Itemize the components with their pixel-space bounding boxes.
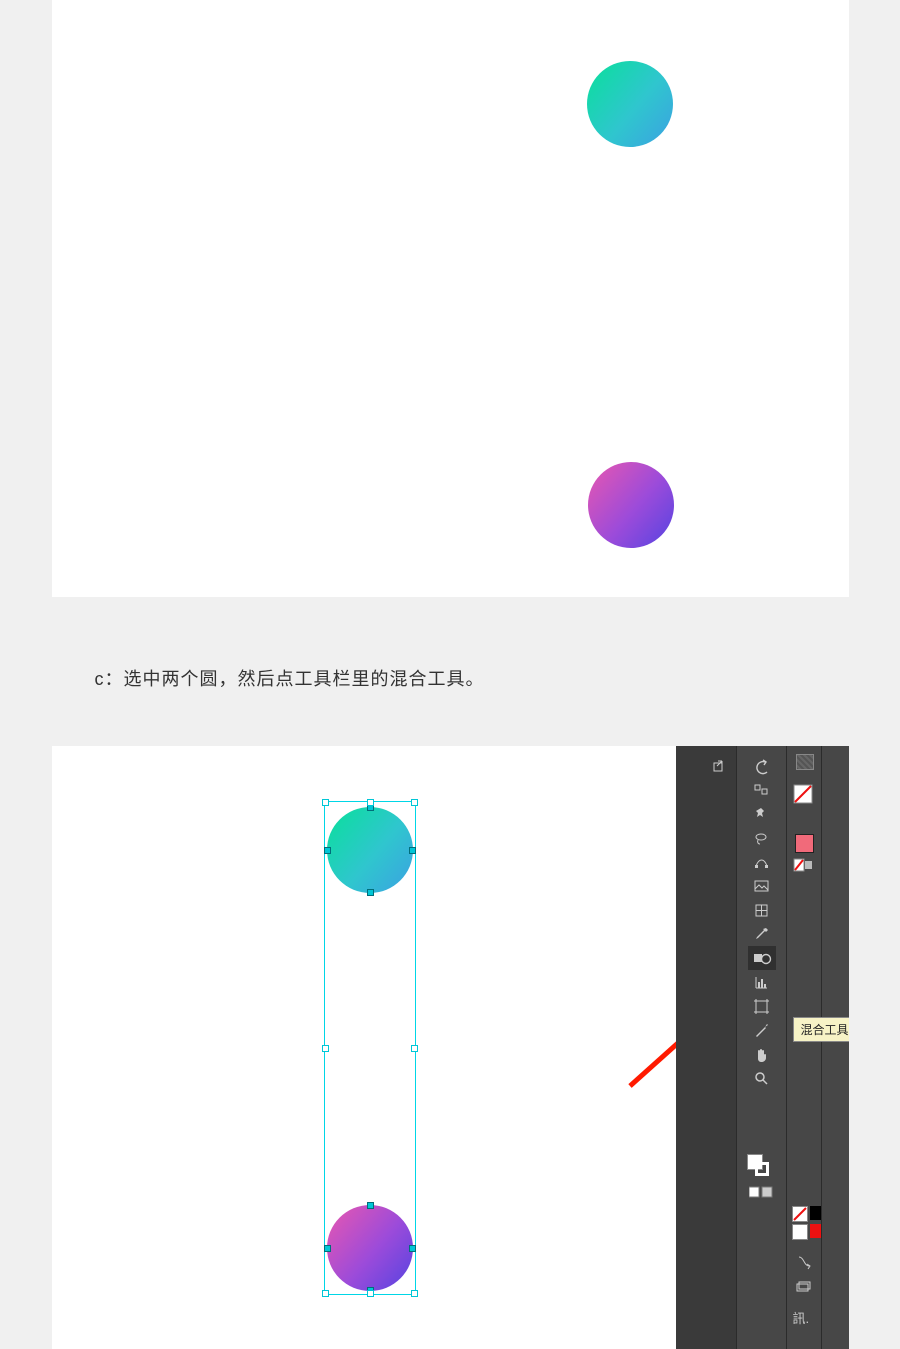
none-swatch[interactable]: [793, 858, 813, 875]
stack-icon[interactable]: [795, 1279, 812, 1299]
tutorial-figure-two-circles: [52, 0, 849, 597]
resize-handle[interactable]: [411, 799, 418, 806]
blend-tool-icon[interactable]: [748, 946, 776, 970]
image-icon[interactable]: [748, 874, 776, 898]
texture-swatch[interactable]: [796, 754, 814, 770]
anchor-point[interactable]: [324, 1245, 331, 1252]
graph-icon[interactable]: [748, 970, 776, 994]
fill-none-icon[interactable]: [793, 784, 813, 804]
resize-handle[interactable]: [322, 799, 329, 806]
step-c-caption: c：选中两个圆，然后点工具栏里的混合工具。: [52, 597, 849, 746]
resize-handle[interactable]: [367, 799, 374, 806]
white-swatch[interactable]: [792, 1224, 808, 1240]
undo-icon[interactable]: [748, 754, 776, 778]
zoom-icon[interactable]: [748, 1066, 776, 1090]
lasso-icon[interactable]: [748, 826, 776, 850]
panel-strip-a: [676, 746, 736, 1349]
knife-icon[interactable]: [748, 1018, 776, 1042]
grid-icon[interactable]: [748, 898, 776, 922]
align-icon[interactable]: [748, 778, 776, 802]
anchor-point[interactable]: [409, 847, 416, 854]
panel-strip-b: [736, 746, 787, 1349]
pin-icon[interactable]: [748, 802, 776, 826]
resize-handle[interactable]: [367, 1290, 374, 1297]
resize-handle[interactable]: [411, 1045, 418, 1052]
swap-colors-icon[interactable]: [795, 1253, 812, 1273]
artboard-icon[interactable]: [748, 994, 776, 1018]
none-small-icon[interactable]: [792, 1206, 808, 1222]
hand-icon[interactable]: [748, 1042, 776, 1066]
artboard[interactable]: [52, 746, 676, 1349]
blend-tool-tooltip: 混合工具 (W): [793, 1017, 849, 1042]
path-icon[interactable]: [748, 850, 776, 874]
anchor-point[interactable]: [409, 1245, 416, 1252]
resize-handle[interactable]: [411, 1290, 418, 1297]
type-indicator[interactable]: 訊.: [793, 1308, 810, 1327]
color-panel: R G B 符号 画笔 外观 CSS 属: [821, 746, 849, 1349]
panel-strip-c: 訊.: [786, 746, 822, 1349]
anchor-point[interactable]: [324, 847, 331, 854]
color-mode-row[interactable]: [749, 1186, 773, 1201]
popout-icon[interactable]: [711, 760, 727, 776]
selection-bounding-box[interactable]: [324, 801, 416, 1295]
selected-circle-magenta[interactable]: [327, 1205, 413, 1291]
color-swatch[interactable]: [795, 834, 814, 853]
gradient-circle-teal: [587, 61, 673, 147]
illustrator-panels: 訊. R G B 符号 画笔 外观: [676, 746, 849, 1349]
selected-circle-teal[interactable]: [327, 807, 413, 893]
anchor-point[interactable]: [367, 1202, 374, 1209]
eyedropper-icon[interactable]: [748, 922, 776, 946]
fill-stroke-selector[interactable]: [747, 1154, 763, 1170]
resize-handle[interactable]: [322, 1290, 329, 1297]
anchor-point[interactable]: [367, 889, 374, 896]
gradient-circle-magenta: [588, 462, 674, 548]
resize-handle[interactable]: [322, 1045, 329, 1052]
tutorial-figure-blend-tool: 訊. R G B 符号 画笔 外观: [52, 746, 849, 1349]
